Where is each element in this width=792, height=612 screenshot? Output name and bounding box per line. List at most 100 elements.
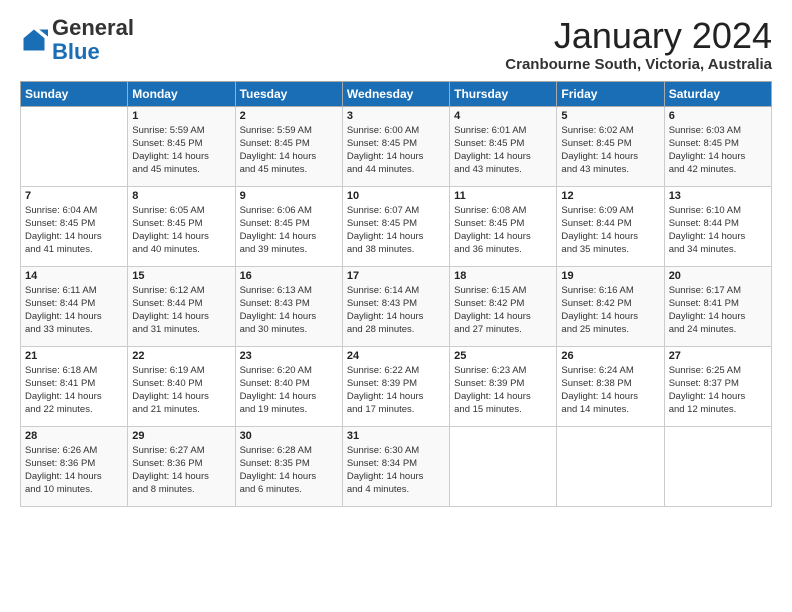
day-number: 31 [347,430,445,442]
calendar-cell: 7Sunrise: 6:04 AM Sunset: 8:45 PM Daylig… [21,186,128,266]
day-number: 11 [454,190,552,202]
calendar-cell: 21 Sunrise: 6:18 AM Sunset: 8:41 PM Dayli… [21,346,128,426]
day-number: 14 [25,270,123,282]
day-number: 26 [561,350,659,362]
calendar-cell: 23 Sunrise: 6:20 AM Sunset: 8:40 PM Dayli… [235,346,342,426]
day-info: Sunrise: 6:00 AM Sunset: 8:45 PM Dayligh… [347,124,445,177]
calendar-cell [450,426,557,506]
calendar-cell: 28 Sunrise: 6:26 AM Sunset: 8:36 PM Dayli… [21,426,128,506]
day-number: 16 [240,270,338,282]
calendar-week-row: 28 Sunrise: 6:26 AM Sunset: 8:36 PM Dayli… [21,426,772,506]
day-number: 25 [454,350,552,362]
day-number: 17 [347,270,445,282]
day-number: 23 [240,350,338,362]
day-number: 4 [454,110,552,122]
day-info: Sunrise: 6:25 AM Sunset: 8:37 PM Dayligh… [669,364,767,417]
calendar-week-row: 1 Sunrise: 5:59 AM Sunset: 8:45 PM Daylig… [21,106,772,186]
day-info: Sunrise: 6:05 AM Sunset: 8:45 PM Dayligh… [132,204,230,257]
day-number: 27 [669,350,767,362]
calendar-cell [21,106,128,186]
day-info: Sunrise: 6:13 AM Sunset: 8:43 PM Dayligh… [240,284,338,337]
calendar-cell: 5 Sunrise: 6:02 AM Sunset: 8:45 PM Daylig… [557,106,664,186]
day-info: Sunrise: 6:06 AM Sunset: 8:45 PM Dayligh… [240,204,338,257]
day-info: Sunrise: 5:59 AM Sunset: 8:45 PM Dayligh… [132,124,230,177]
day-info: Sunrise: 6:26 AM Sunset: 8:36 PM Dayligh… [25,444,123,497]
weekday-header-friday: Friday [557,81,664,106]
day-info: Sunrise: 6:01 AM Sunset: 8:45 PM Dayligh… [454,124,552,177]
day-number: 8 [132,190,230,202]
day-info: Sunrise: 6:04 AM Sunset: 8:45 PM Dayligh… [25,204,123,257]
day-info: Sunrise: 6:15 AM Sunset: 8:42 PM Dayligh… [454,284,552,337]
logo-icon [20,26,48,54]
day-info: Sunrise: 6:22 AM Sunset: 8:39 PM Dayligh… [347,364,445,417]
day-number: 28 [25,430,123,442]
day-info: Sunrise: 6:24 AM Sunset: 8:38 PM Dayligh… [561,364,659,417]
calendar-cell: 3 Sunrise: 6:00 AM Sunset: 8:45 PM Daylig… [342,106,449,186]
calendar-cell: 18 Sunrise: 6:15 AM Sunset: 8:42 PM Dayli… [450,266,557,346]
day-number: 9 [240,190,338,202]
day-number: 22 [132,350,230,362]
day-info: Sunrise: 6:18 AM Sunset: 8:41 PM Dayligh… [25,364,123,417]
day-info: Sunrise: 6:12 AM Sunset: 8:44 PM Dayligh… [132,284,230,337]
day-number: 20 [669,270,767,282]
logo-blue: Blue [52,39,100,64]
calendar-cell [664,426,771,506]
weekday-header-monday: Monday [128,81,235,106]
calendar-cell: 12Sunrise: 6:09 AM Sunset: 8:44 PM Dayli… [557,186,664,266]
day-info: Sunrise: 6:02 AM Sunset: 8:45 PM Dayligh… [561,124,659,177]
calendar-cell: 16 Sunrise: 6:13 AM Sunset: 8:43 PM Dayli… [235,266,342,346]
calendar-cell: 24 Sunrise: 6:22 AM Sunset: 8:39 PM Dayli… [342,346,449,426]
weekday-header-wednesday: Wednesday [342,81,449,106]
calendar-cell [557,426,664,506]
day-number: 18 [454,270,552,282]
day-number: 30 [240,430,338,442]
calendar-cell: 20 Sunrise: 6:17 AM Sunset: 8:41 PM Dayli… [664,266,771,346]
day-number: 24 [347,350,445,362]
day-info: Sunrise: 6:20 AM Sunset: 8:40 PM Dayligh… [240,364,338,417]
day-number: 3 [347,110,445,122]
day-number: 29 [132,430,230,442]
calendar-cell: 10 Sunrise: 6:07 AM Sunset: 8:45 PM Dayli… [342,186,449,266]
calendar-cell: 2Sunrise: 5:59 AM Sunset: 8:45 PM Daylig… [235,106,342,186]
calendar-cell: 4 Sunrise: 6:01 AM Sunset: 8:45 PM Daylig… [450,106,557,186]
logo-general: General [52,15,134,40]
calendar-cell: 13Sunrise: 6:10 AM Sunset: 8:44 PM Dayli… [664,186,771,266]
day-number: 5 [561,110,659,122]
day-number: 15 [132,270,230,282]
calendar-cell: 6Sunrise: 6:03 AM Sunset: 8:45 PM Daylig… [664,106,771,186]
calendar-cell: 22Sunrise: 6:19 AM Sunset: 8:40 PM Dayli… [128,346,235,426]
day-info: Sunrise: 6:27 AM Sunset: 8:36 PM Dayligh… [132,444,230,497]
calendar-cell: 27 Sunrise: 6:25 AM Sunset: 8:37 PM Dayli… [664,346,771,426]
calendar-table: SundayMondayTuesdayWednesdayThursdayFrid… [20,81,772,507]
weekday-header-sunday: Sunday [21,81,128,106]
page: General Blue January 2024 Cranbourne Sou… [0,0,792,517]
calendar-cell: 31 Sunrise: 6:30 AM Sunset: 8:34 PM Dayli… [342,426,449,506]
day-info: Sunrise: 6:09 AM Sunset: 8:44 PM Dayligh… [561,204,659,257]
calendar-cell: 26 Sunrise: 6:24 AM Sunset: 8:38 PM Dayli… [557,346,664,426]
day-number: 10 [347,190,445,202]
calendar-cell: 8 Sunrise: 6:05 AM Sunset: 8:45 PM Daylig… [128,186,235,266]
calendar-cell: 17Sunrise: 6:14 AM Sunset: 8:43 PM Dayli… [342,266,449,346]
weekday-header-row: SundayMondayTuesdayWednesdayThursdayFrid… [21,81,772,106]
day-info: Sunrise: 6:07 AM Sunset: 8:45 PM Dayligh… [347,204,445,257]
day-info: Sunrise: 6:17 AM Sunset: 8:41 PM Dayligh… [669,284,767,337]
calendar-cell: 25 Sunrise: 6:23 AM Sunset: 8:39 PM Dayli… [450,346,557,426]
day-number: 21 [25,350,123,362]
day-info: Sunrise: 6:08 AM Sunset: 8:45 PM Dayligh… [454,204,552,257]
calendar-cell: 19Sunrise: 6:16 AM Sunset: 8:42 PM Dayli… [557,266,664,346]
day-info: Sunrise: 6:23 AM Sunset: 8:39 PM Dayligh… [454,364,552,417]
logo: General Blue [20,16,134,64]
calendar-cell: 29 Sunrise: 6:27 AM Sunset: 8:36 PM Dayli… [128,426,235,506]
calendar-cell: 15 Sunrise: 6:12 AM Sunset: 8:44 PM Dayli… [128,266,235,346]
day-info: Sunrise: 6:03 AM Sunset: 8:45 PM Dayligh… [669,124,767,177]
header: General Blue January 2024 Cranbourne Sou… [20,16,772,73]
day-info: Sunrise: 5:59 AM Sunset: 8:45 PM Dayligh… [240,124,338,177]
day-info: Sunrise: 6:28 AM Sunset: 8:35 PM Dayligh… [240,444,338,497]
day-number: 1 [132,110,230,122]
calendar-title: January 2024 [505,16,772,56]
calendar-cell: 30 Sunrise: 6:28 AM Sunset: 8:35 PM Dayli… [235,426,342,506]
calendar-cell: 1 Sunrise: 5:59 AM Sunset: 8:45 PM Daylig… [128,106,235,186]
day-info: Sunrise: 6:11 AM Sunset: 8:44 PM Dayligh… [25,284,123,337]
day-info: Sunrise: 6:30 AM Sunset: 8:34 PM Dayligh… [347,444,445,497]
day-number: 13 [669,190,767,202]
